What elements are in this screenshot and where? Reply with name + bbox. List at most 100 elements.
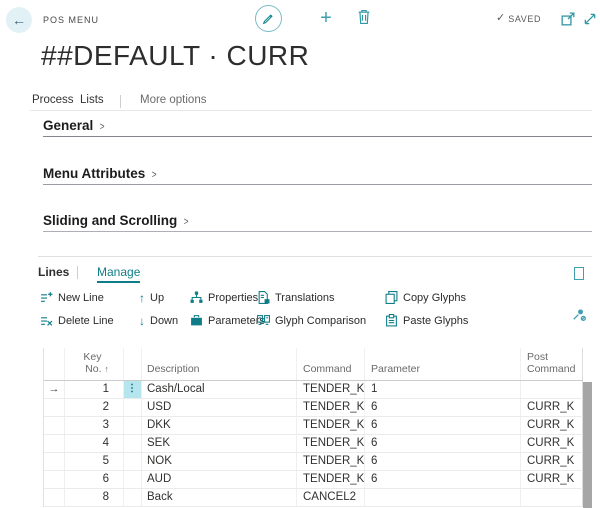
new-button[interactable]: + — [314, 5, 338, 31]
row-menu-cell[interactable] — [124, 471, 142, 488]
expand-page-button[interactable] — [583, 12, 597, 26]
table-header-row: Key No. ↑ Description Command Parameter … — [44, 348, 583, 381]
back-arrow-icon: ← — [12, 12, 26, 28]
delete-line-button[interactable]: Delete Line — [40, 314, 114, 327]
column-header-key-no[interactable]: Key No. ↑ — [65, 348, 124, 380]
key-no-cell[interactable]: 4 — [65, 435, 124, 452]
post-command-cell[interactable]: CURR_K — [521, 471, 583, 488]
key-no-cell[interactable]: 3 — [65, 417, 124, 434]
row-menu-cell[interactable] — [124, 435, 142, 452]
post-command-cell[interactable]: CURR_K — [521, 417, 583, 434]
key-no-cell[interactable]: 6 — [65, 471, 124, 488]
vertical-scrollbar-thumb[interactable] — [583, 382, 592, 508]
column-header-command[interactable]: Command — [297, 348, 365, 380]
description-cell[interactable]: SEK — [142, 435, 297, 452]
command-cell[interactable]: TENDER_K — [297, 453, 365, 470]
saved-label: SAVED — [508, 14, 541, 24]
parameter-cell[interactable]: 6 — [365, 399, 521, 416]
table-row[interactable]: 5 NOKTENDER_K6CURR_K — [44, 453, 583, 471]
copy-glyphs-button[interactable]: Copy Glyphs — [385, 291, 466, 304]
parameter-cell[interactable]: 1 — [365, 381, 521, 398]
key-no-cell[interactable]: 1 — [65, 381, 124, 398]
properties-button[interactable]: Properties — [190, 291, 258, 304]
paste-glyphs-button[interactable]: Paste Glyphs — [385, 314, 468, 327]
command-cell[interactable]: TENDER_K — [297, 417, 365, 434]
post-command-cell[interactable]: CURR_K — [521, 435, 583, 452]
sort-ascending-icon: ↑ — [105, 363, 110, 375]
edit-button[interactable] — [255, 5, 282, 32]
row-indicator-cell[interactable] — [44, 489, 65, 506]
open-in-new-window-button[interactable] — [561, 12, 575, 26]
properties-icon — [190, 291, 203, 304]
menu-item-more-options[interactable]: More options — [140, 94, 206, 106]
command-cell[interactable]: TENDER_K — [297, 399, 365, 416]
glyph-comparison-button[interactable]: Glyph Comparison — [257, 314, 366, 327]
row-menu-cell[interactable] — [124, 489, 142, 506]
row-menu-cell[interactable] — [124, 453, 142, 470]
key-no-cell[interactable]: 2 — [65, 399, 124, 416]
translations-icon — [257, 291, 270, 304]
row-indicator-cell[interactable] — [44, 453, 65, 470]
parameter-cell[interactable]: 6 — [365, 471, 521, 488]
copy-icon — [385, 291, 398, 304]
row-indicator-cell[interactable] — [44, 435, 65, 452]
description-cell[interactable]: Back — [142, 489, 297, 506]
row-indicator-cell[interactable] — [44, 471, 65, 488]
popout-icon — [561, 12, 575, 26]
post-command-cell[interactable] — [521, 381, 583, 398]
table-row[interactable]: 4 SEKTENDER_K6CURR_K — [44, 435, 583, 453]
key-no-cell[interactable]: 5 — [65, 453, 124, 470]
command-cell[interactable]: CANCEL2 — [297, 489, 365, 506]
back-button[interactable]: ← — [6, 7, 32, 33]
parameter-cell[interactable]: 6 — [365, 453, 521, 470]
column-header-post-command[interactable]: Post Command — [521, 348, 583, 380]
unpin-icon[interactable] — [572, 307, 586, 321]
arrow-down-icon: ↓ — [139, 314, 145, 328]
new-line-button[interactable]: New Line — [40, 291, 104, 304]
post-command-cell[interactable] — [521, 489, 583, 506]
section-header-sliding-and-scrolling[interactable]: Sliding and Scrolling > — [43, 213, 190, 228]
parameter-cell[interactable] — [365, 489, 521, 506]
table-row[interactable]: 3 DKKTENDER_K6CURR_K — [44, 417, 583, 435]
post-command-cell[interactable]: CURR_K — [521, 453, 583, 470]
row-indicator-cell[interactable] — [44, 399, 65, 416]
section-header-general[interactable]: General > — [43, 118, 106, 133]
row-indicator-cell[interactable] — [44, 417, 65, 434]
table-row[interactable]: 2 USDTENDER_K6CURR_K — [44, 399, 583, 417]
row-menu-cell[interactable] — [124, 417, 142, 434]
table-row[interactable]: 6AUDTENDER_K6CURR_K — [44, 471, 583, 489]
key-no-cell[interactable]: 8 — [65, 489, 124, 506]
row-indicator-cell[interactable]: → — [44, 381, 65, 398]
pos-menu-page: ← POS MENU + ✓ SAVED — [0, 0, 600, 508]
row-menu-cell[interactable]: ⋮ — [124, 381, 142, 398]
parameter-cell[interactable]: 6 — [365, 435, 521, 452]
chevron-right-icon: > — [152, 169, 157, 181]
tab-manage[interactable]: Manage — [97, 265, 140, 283]
command-cell[interactable]: TENDER_K — [297, 471, 365, 488]
focus-mode-icon[interactable] — [574, 267, 584, 280]
description-cell[interactable]: AUD — [142, 471, 297, 488]
description-cell[interactable]: DKK — [142, 417, 297, 434]
column-header-description[interactable]: Description — [142, 348, 297, 380]
description-cell[interactable]: USD — [142, 399, 297, 416]
table-row[interactable]: 8 BackCANCEL2 — [44, 489, 583, 507]
translations-button[interactable]: Translations — [257, 291, 335, 304]
post-command-cell[interactable]: CURR_K — [521, 399, 583, 416]
row-menu-cell[interactable] — [124, 399, 142, 416]
command-cell[interactable]: TENDER_K — [297, 435, 365, 452]
menu-item-process[interactable]: Process — [32, 94, 74, 106]
command-cell[interactable]: TENDER_K — [297, 381, 365, 398]
menu-item-lists[interactable]: Lists — [80, 94, 104, 106]
table-row[interactable]: →1⋮Cash/LocalTENDER_K1 — [44, 381, 583, 399]
parameter-cell[interactable]: 6 — [365, 417, 521, 434]
section-header-menu-attributes[interactable]: Menu Attributes > — [43, 166, 158, 181]
delete-button[interactable] — [357, 9, 373, 26]
lines-toolbar-row1: New Line ↑ Up Properties — [0, 291, 600, 307]
column-header-parameter[interactable]: Parameter — [365, 348, 521, 380]
up-button[interactable]: ↑ Up — [139, 291, 164, 305]
description-cell[interactable]: NOK — [142, 453, 297, 470]
plus-icon: + — [320, 7, 332, 30]
down-button[interactable]: ↓ Down — [139, 314, 178, 328]
description-cell[interactable]: Cash/Local — [142, 381, 297, 398]
parameters-button[interactable]: Parameters — [190, 314, 265, 327]
